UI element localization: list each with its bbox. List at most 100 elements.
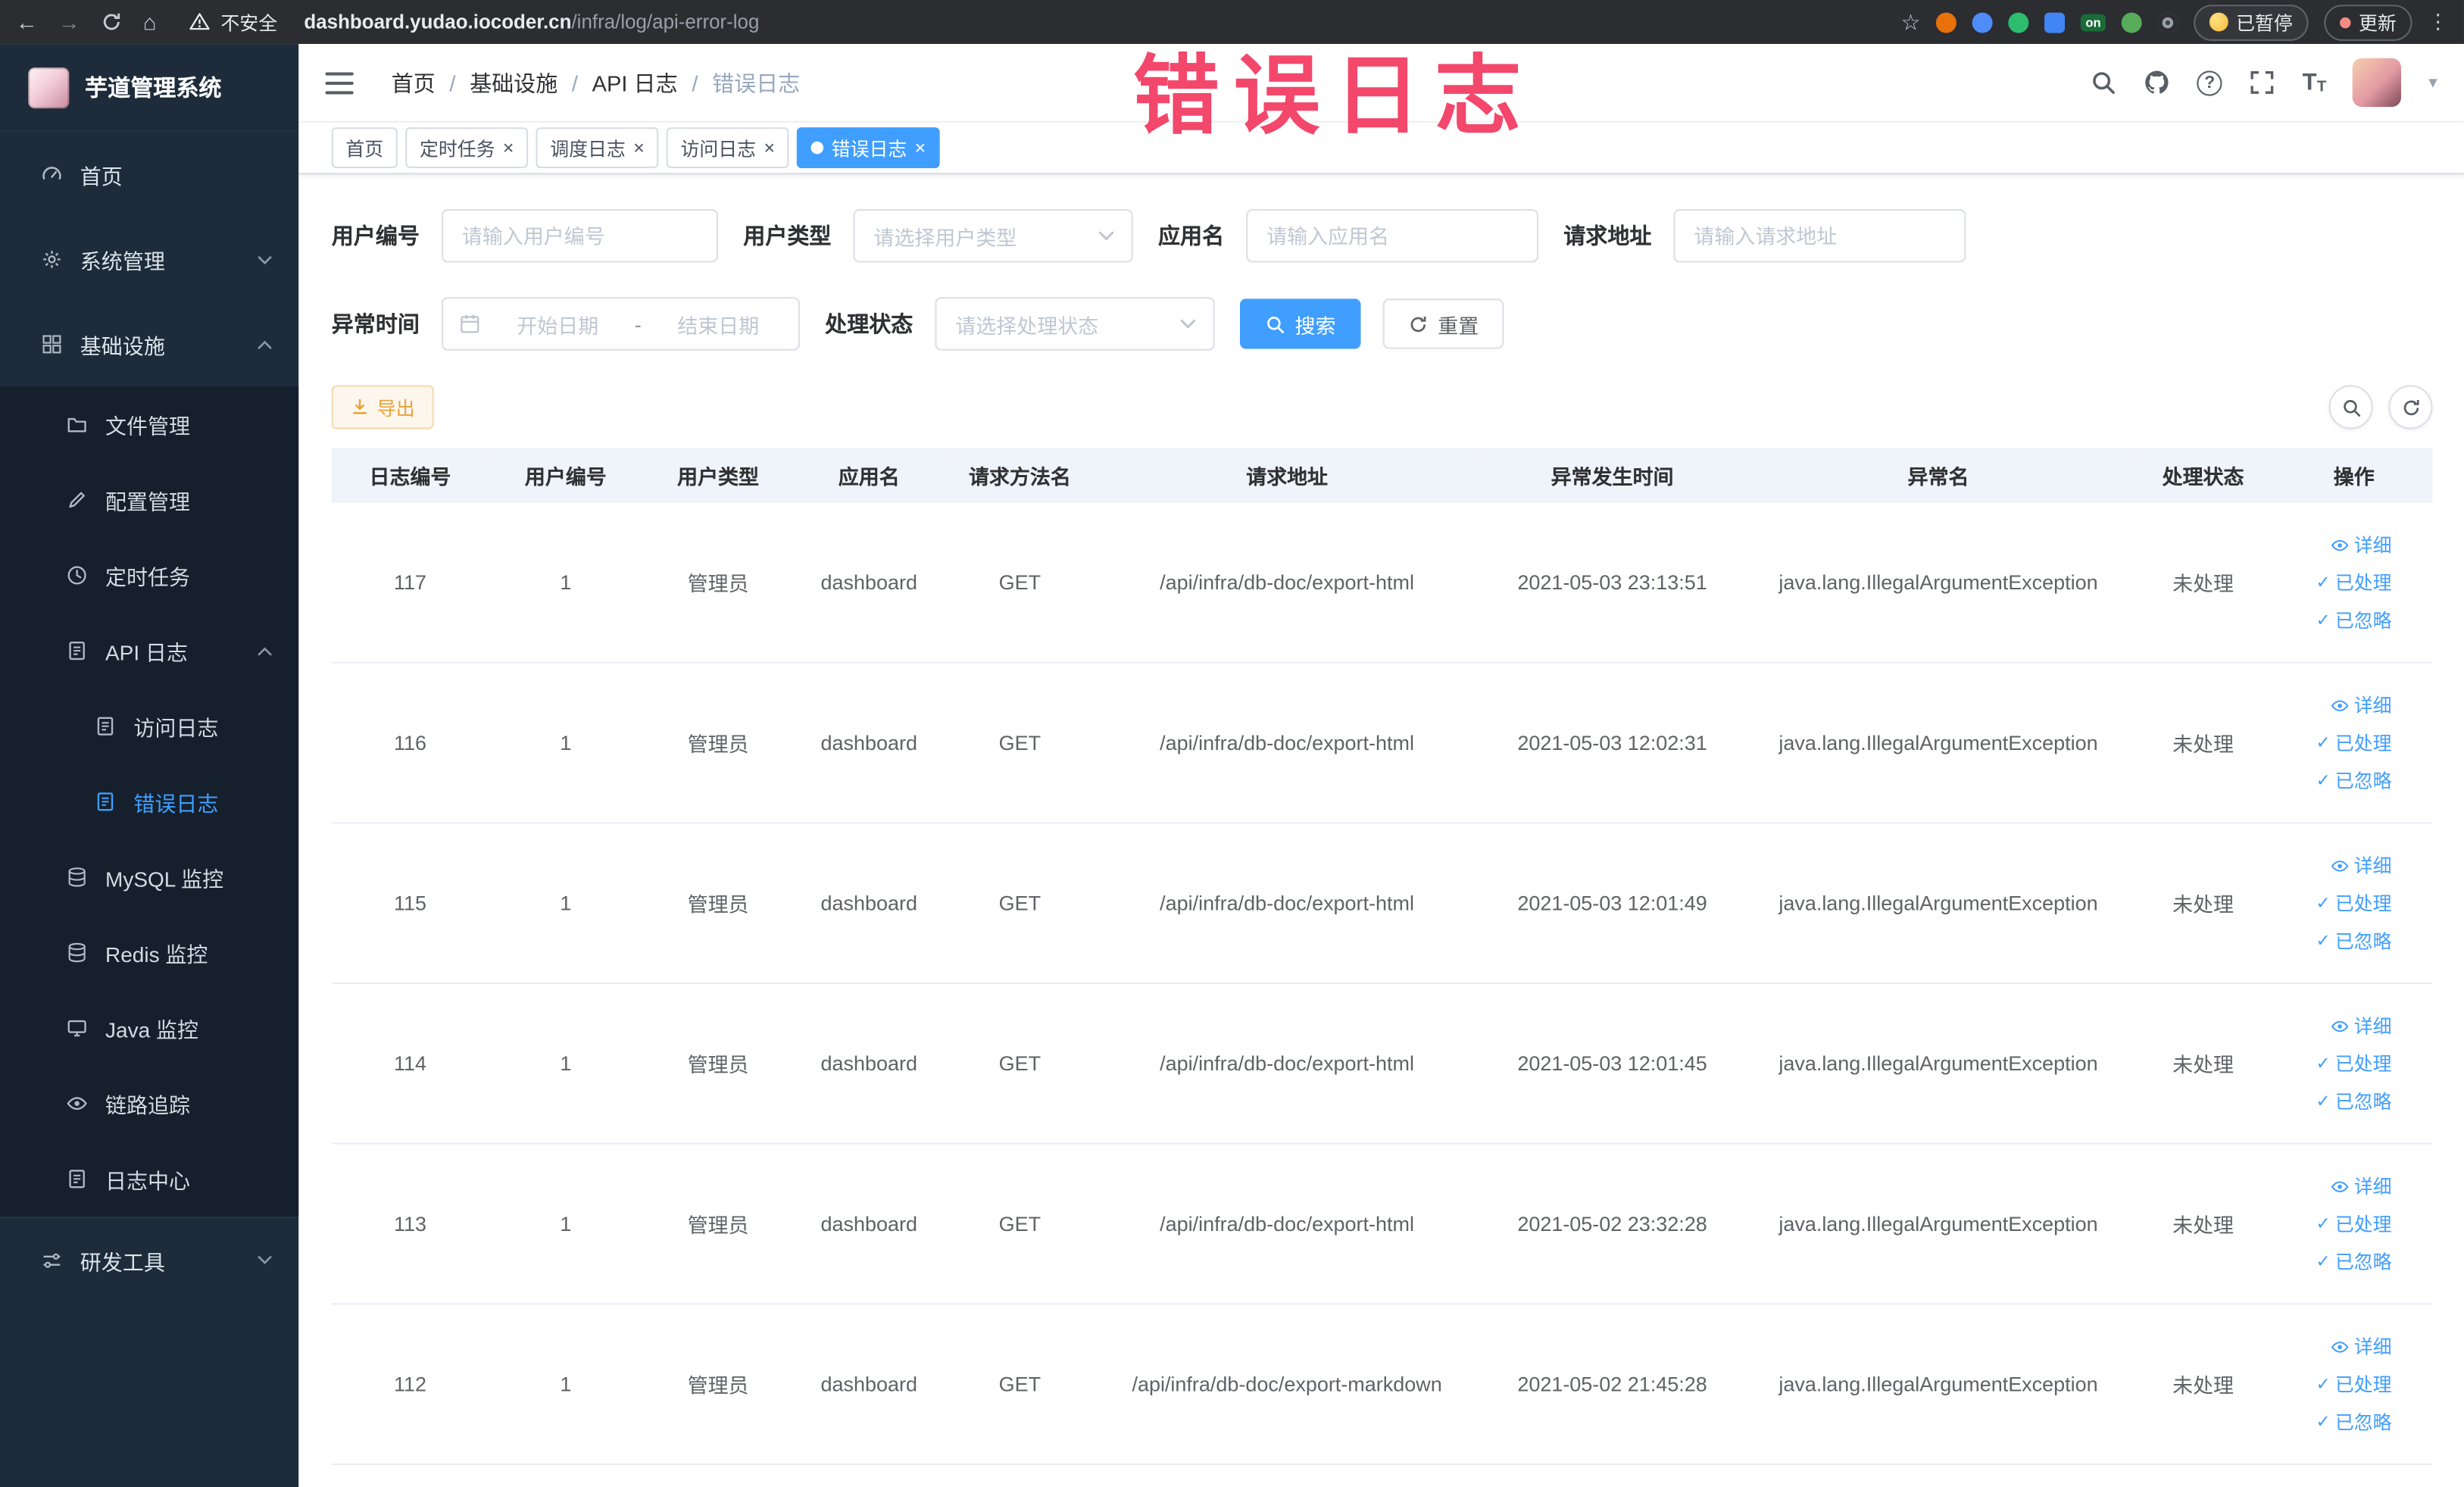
detail-link[interactable]: 详细	[2331, 692, 2392, 718]
detail-link[interactable]: 详细	[2331, 531, 2392, 558]
mark-processed-link[interactable]: ✓ 已处理	[2316, 1211, 2391, 1237]
paused-chip[interactable]: 已暂停	[2194, 4, 2309, 40]
cell-status: 未处理	[2172, 1373, 2234, 1398]
github-icon[interactable]	[2144, 69, 2170, 95]
sidebar-toggle-icon[interactable]	[325, 71, 354, 94]
browser-menu-icon[interactable]: ⋮	[2428, 9, 2448, 34]
app-name-input[interactable]	[1246, 208, 1539, 263]
update-button[interactable]: 更新	[2324, 4, 2412, 40]
tab-scheduled-tasks[interactable]: 定时任务 ×	[405, 127, 529, 169]
sidebar-item-tracing[interactable]: 链路追踪	[0, 1065, 299, 1142]
export-button[interactable]: 导出	[331, 385, 434, 430]
extension-on-badge[interactable]: on	[2081, 13, 2106, 31]
toggle-search-button[interactable]	[2328, 385, 2373, 430]
extension-icon[interactable]	[2008, 11, 2029, 33]
refresh-table-button[interactable]	[2388, 385, 2433, 430]
mark-ignored-link[interactable]: ✓ 已忽略	[2316, 1088, 2391, 1114]
sidebar-item-dev-tools[interactable]: 研发工具	[0, 1217, 299, 1301]
mark-ignored-link[interactable]: ✓ 已忽略	[2316, 607, 2391, 633]
sidebar-item-label: MySQL 监控	[105, 867, 224, 892]
cell-method: GET	[998, 1051, 1042, 1076]
avatar[interactable]	[2353, 58, 2402, 108]
close-icon[interactable]: ×	[503, 139, 514, 158]
close-icon[interactable]: ×	[915, 139, 926, 158]
breadcrumb-item[interactable]: 首页	[392, 67, 436, 98]
mark-processed-link[interactable]: ✓ 已处理	[2316, 569, 2391, 595]
extensions-pin-icon[interactable]	[2157, 11, 2178, 33]
tab-access-log[interactable]: 访问日志 ×	[666, 127, 789, 169]
column-header: 应用名	[793, 448, 945, 504]
cell-status: 未处理	[2172, 892, 2234, 917]
user-id-input[interactable]	[441, 208, 719, 263]
column-header: 异常名	[1745, 448, 2131, 504]
back-icon[interactable]: ←	[16, 9, 38, 34]
mark-processed-link[interactable]: ✓ 已处理	[2316, 1370, 2391, 1397]
forward-icon[interactable]: →	[58, 9, 80, 34]
tab-schedule-log[interactable]: 调度日志 ×	[536, 127, 659, 169]
breadcrumb-item[interactable]: 基础设施	[470, 67, 557, 98]
extension-icon[interactable]	[2044, 11, 2066, 33]
mark-ignored-link[interactable]: ✓ 已忽略	[2316, 927, 2391, 954]
sidebar-item-system-mgmt[interactable]: 系统管理	[0, 217, 298, 301]
mark-processed-link[interactable]: ✓ 已处理	[2316, 890, 2391, 917]
breadcrumb-item[interactable]: API 日志	[592, 67, 678, 98]
reload-icon[interactable]	[101, 11, 123, 33]
sidebar-item-label: 错误日志	[133, 792, 219, 816]
close-icon[interactable]: ×	[633, 139, 645, 158]
reset-button[interactable]: 重置	[1382, 298, 1504, 349]
logo[interactable]: 芋道管理系统	[0, 44, 299, 133]
tab-error-log[interactable]: 错误日志 ×	[797, 127, 940, 169]
mark-processed-link[interactable]: ✓ 已处理	[2316, 1050, 2391, 1076]
refresh-icon	[2400, 397, 2421, 417]
sidebar-item-scheduled-tasks[interactable]: 定时任务	[0, 537, 299, 614]
sidebar-item-access-log[interactable]: 访问日志	[0, 688, 299, 764]
cell-user-id: 1	[560, 1372, 572, 1396]
cell-time: 2021-05-02 23:32:28	[1517, 1211, 1707, 1236]
detail-link[interactable]: 详细	[2331, 1012, 2392, 1039]
extension-icon[interactable]	[1936, 11, 1957, 33]
extension-icon[interactable]	[2121, 11, 2142, 33]
sidebar-item-error-log[interactable]: 错误日志	[0, 764, 299, 840]
font-size-icon[interactable]: TT	[2303, 69, 2327, 95]
process-status-select[interactable]: 请选择处理状态	[935, 297, 1215, 351]
cell-user-type: 管理员	[687, 1213, 749, 1238]
field-label: 请求地址	[1563, 223, 1652, 248]
sidebar-item-mysql-monitor[interactable]: MySQL 监控	[0, 839, 299, 915]
search-icon[interactable]	[2091, 69, 2117, 95]
cell-url: /api/infra/db-doc/export-html	[1160, 1211, 1414, 1236]
mark-processed-link[interactable]: ✓ 已处理	[2316, 729, 2391, 756]
site-security[interactable]: 不安全	[189, 8, 277, 35]
cell-app: dashboard	[820, 891, 917, 915]
sidebar-item-config-mgmt[interactable]: 配置管理	[0, 462, 299, 538]
mark-ignored-link[interactable]: ✓ 已忽略	[2316, 1248, 2391, 1275]
home-icon[interactable]: ⌂	[143, 9, 157, 34]
field-label: 应用名	[1157, 223, 1225, 248]
sidebar-item-file-mgmt[interactable]: 文件管理	[0, 386, 299, 463]
detail-link[interactable]: 详细	[2331, 1333, 2392, 1360]
sidebar-item-api-logs[interactable]: API 日志	[0, 613, 299, 689]
close-icon[interactable]: ×	[764, 139, 775, 158]
table-row: 114 1 管理员 dashboard GET /api/infra/db-do…	[331, 984, 2433, 1145]
help-icon[interactable]: ?	[2197, 70, 2222, 95]
fullscreen-icon[interactable]	[2249, 69, 2275, 95]
search-button[interactable]: 搜索	[1239, 298, 1361, 349]
sidebar-item-label: 系统管理	[80, 249, 165, 274]
bookmark-star-icon[interactable]: ☆	[1900, 8, 1920, 35]
sidebar-item-infrastructure[interactable]: 基础设施	[0, 301, 298, 386]
mark-ignored-link[interactable]: ✓ 已忽略	[2316, 767, 2391, 794]
tab-home[interactable]: 首页	[331, 127, 398, 169]
address-bar[interactable]: dashboard.yudao.iocoder.cn/infra/log/api…	[304, 11, 759, 33]
exception-time-range-picker[interactable]: 开始日期 - 结束日期	[441, 297, 800, 351]
extension-icon[interactable]	[1972, 11, 1993, 33]
sidebar-item-redis-monitor[interactable]: Redis 监控	[0, 914, 299, 991]
mark-ignored-link[interactable]: ✓ 已忽略	[2316, 1408, 2391, 1435]
request-url-input[interactable]	[1673, 208, 1966, 263]
sidebar-item-java-monitor[interactable]: Java 监控	[0, 990, 299, 1066]
chevron-down-icon[interactable]: ▾	[2428, 72, 2437, 93]
detail-link[interactable]: 详细	[2331, 852, 2392, 879]
user-type-select[interactable]: 请选择用户类型	[853, 208, 1133, 263]
sidebar-item-home[interactable]: 首页	[0, 132, 298, 217]
active-dot-icon	[810, 141, 824, 155]
sidebar-item-log-center[interactable]: 日志中心	[0, 1141, 299, 1217]
detail-link[interactable]: 详细	[2331, 1173, 2392, 1199]
